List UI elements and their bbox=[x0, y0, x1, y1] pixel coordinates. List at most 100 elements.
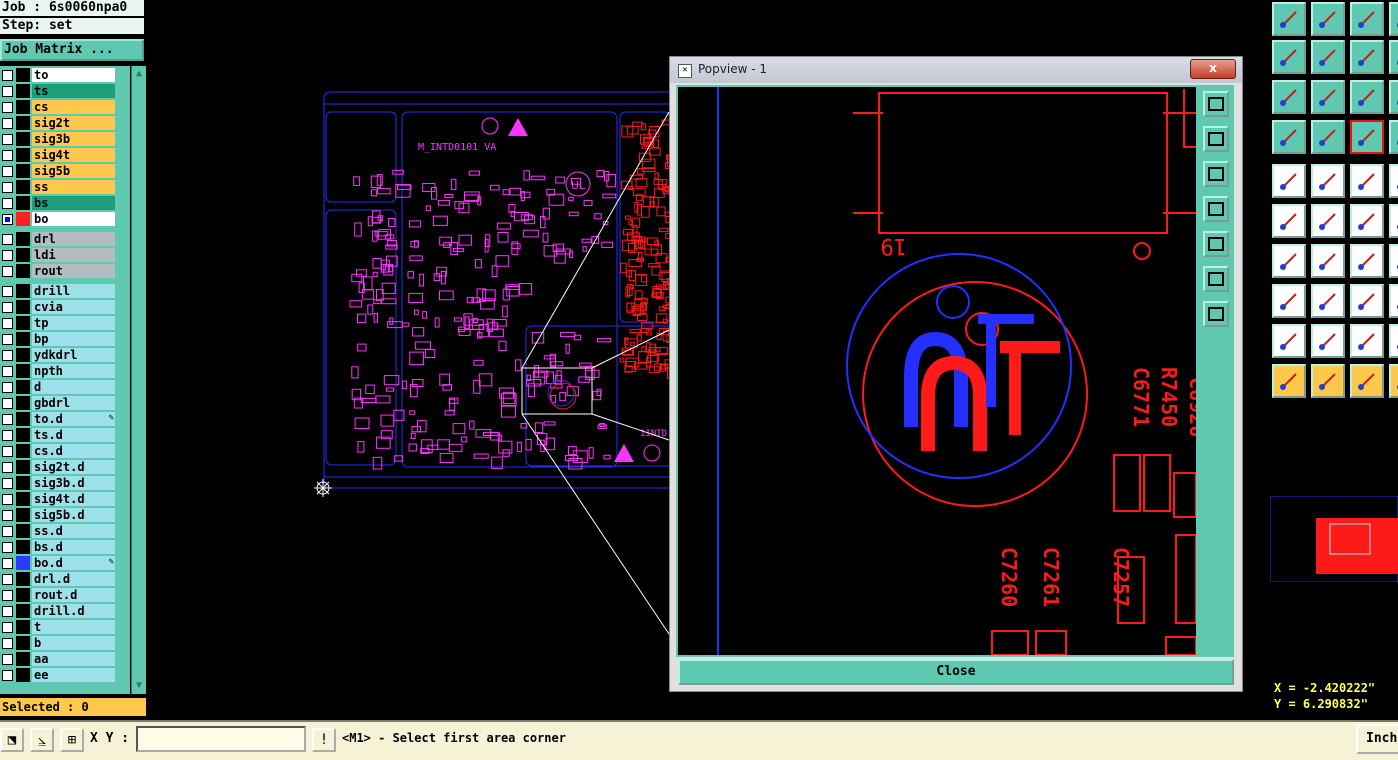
layer-checkbox[interactable] bbox=[2, 414, 13, 425]
layer-checkbox[interactable] bbox=[2, 266, 13, 277]
layer-row[interactable]: bo.d ✎ bbox=[0, 556, 118, 571]
magnify-icon[interactable] bbox=[1272, 120, 1306, 154]
layer-color-swatch[interactable] bbox=[16, 100, 30, 114]
layer-checkbox[interactable] bbox=[2, 510, 13, 521]
layer-row[interactable]: to bbox=[0, 68, 118, 83]
layer-color-swatch[interactable] bbox=[16, 572, 30, 586]
layer-color-swatch[interactable] bbox=[16, 588, 30, 602]
layer-name[interactable]: sig3b.d bbox=[32, 476, 115, 490]
layer-checkbox[interactable] bbox=[2, 182, 13, 193]
layer-name[interactable]: bp bbox=[32, 332, 115, 346]
layer-name[interactable]: sig4t.d bbox=[32, 492, 115, 506]
layer-row[interactable]: sig4t bbox=[0, 148, 118, 163]
overview-map[interactable] bbox=[1270, 496, 1398, 582]
extra-icon[interactable] bbox=[1389, 2, 1398, 36]
layer-checkbox[interactable] bbox=[2, 526, 13, 537]
layer-color-swatch[interactable] bbox=[16, 428, 30, 442]
upload-icon[interactable] bbox=[1272, 2, 1306, 36]
layer-name[interactable]: sig2t bbox=[32, 116, 115, 130]
layer-name[interactable]: bs bbox=[32, 196, 115, 210]
layer-row[interactable]: sig2t.d bbox=[0, 460, 118, 475]
layer-name[interactable]: tp bbox=[32, 316, 115, 330]
download-icon[interactable] bbox=[1311, 2, 1345, 36]
layer-checkbox[interactable] bbox=[2, 166, 13, 177]
layer-row[interactable]: ss.d bbox=[0, 524, 118, 539]
layer-name[interactable]: sig5b bbox=[32, 164, 115, 178]
layer-color-swatch[interactable] bbox=[16, 652, 30, 666]
layer-color-swatch[interactable] bbox=[16, 332, 30, 346]
cross-icon[interactable] bbox=[1311, 204, 1345, 238]
layer-color-swatch[interactable] bbox=[16, 212, 30, 226]
layer-row[interactable]: cs.d bbox=[0, 444, 118, 459]
layer-color-swatch[interactable] bbox=[16, 476, 30, 490]
layer-checkbox[interactable] bbox=[2, 622, 13, 633]
layer-row[interactable]: ydkdrl bbox=[0, 348, 118, 363]
extra-icon[interactable] bbox=[1389, 164, 1398, 198]
job-matrix-button[interactable]: Job Matrix ... bbox=[0, 39, 144, 61]
layer-color-swatch[interactable] bbox=[16, 380, 30, 394]
measure-icon[interactable] bbox=[1311, 164, 1345, 198]
popview-close-button[interactable]: Close bbox=[678, 659, 1234, 685]
layer-row[interactable]: rout bbox=[0, 264, 118, 279]
home-icon[interactable] bbox=[1350, 2, 1384, 36]
layer-row[interactable]: sig3b.d bbox=[0, 476, 118, 491]
units-button[interactable]: Inch bbox=[1356, 724, 1398, 754]
xy-input[interactable] bbox=[136, 726, 306, 752]
snap-icon[interactable] bbox=[1350, 204, 1384, 238]
layer-name[interactable]: sig5b.d bbox=[32, 508, 115, 522]
extra-icon[interactable] bbox=[1389, 324, 1398, 358]
layer-name[interactable]: gbdrl bbox=[32, 396, 115, 410]
layer-row[interactable]: bp bbox=[0, 332, 118, 347]
layer-row[interactable]: sig5b.d bbox=[0, 508, 118, 523]
layer-color-swatch[interactable] bbox=[16, 508, 30, 522]
layer-row[interactable]: ss bbox=[0, 180, 118, 195]
layer-row[interactable]: drl.d bbox=[0, 572, 118, 587]
layer-color-swatch[interactable] bbox=[16, 556, 30, 570]
arrow-area-icon[interactable] bbox=[1350, 364, 1384, 398]
layer-color-swatch[interactable] bbox=[16, 620, 30, 634]
pan-left-icon[interactable] bbox=[1272, 40, 1306, 74]
layer-name[interactable]: to.d bbox=[32, 412, 115, 426]
extra-icon[interactable] bbox=[1389, 244, 1398, 278]
layer-row[interactable]: gbdrl bbox=[0, 396, 118, 411]
layer-name[interactable]: bs.d bbox=[32, 540, 115, 554]
zoom-area-icon[interactable] bbox=[1203, 301, 1229, 327]
layer-name[interactable]: cs.d bbox=[32, 444, 115, 458]
line-icon[interactable] bbox=[1311, 244, 1345, 278]
layer-name[interactable]: sig4t bbox=[32, 148, 115, 162]
layer-name[interactable]: d bbox=[32, 380, 115, 394]
layer-checkbox[interactable] bbox=[2, 134, 13, 145]
zoom-home-icon[interactable] bbox=[1203, 266, 1229, 292]
layer-checkbox[interactable] bbox=[2, 542, 13, 553]
layer-row[interactable]: d bbox=[0, 380, 118, 395]
extra-icon[interactable] bbox=[1389, 204, 1398, 238]
node-icon[interactable] bbox=[1272, 204, 1306, 238]
layer-row[interactable]: ts.d bbox=[0, 428, 118, 443]
layer-row[interactable]: cs bbox=[0, 100, 118, 115]
layer-color-swatch[interactable] bbox=[16, 316, 30, 330]
layer-color-swatch[interactable] bbox=[16, 348, 30, 362]
layer-name[interactable]: ee bbox=[32, 668, 115, 682]
layer-checkbox[interactable] bbox=[2, 398, 13, 409]
layer-checkbox[interactable] bbox=[2, 198, 13, 209]
probe-icon[interactable] bbox=[1311, 120, 1345, 154]
scroll-up-icon[interactable]: ▲ bbox=[133, 68, 145, 80]
layer-color-swatch[interactable] bbox=[16, 132, 30, 146]
layer-row[interactable]: to.d ✎ bbox=[0, 412, 118, 427]
layer-checkbox[interactable] bbox=[2, 118, 13, 129]
layer-color-swatch[interactable] bbox=[16, 668, 30, 682]
layer-checkbox[interactable] bbox=[2, 318, 13, 329]
layer-row[interactable]: drill bbox=[0, 284, 118, 299]
layer-row[interactable]: cvia bbox=[0, 300, 118, 315]
layer-name[interactable]: to bbox=[32, 68, 115, 82]
ruler-icon[interactable] bbox=[1350, 164, 1384, 198]
layer-color-swatch[interactable] bbox=[16, 284, 30, 298]
pan-right-icon[interactable] bbox=[1203, 231, 1229, 257]
layer-name[interactable]: ts bbox=[32, 84, 115, 98]
select-point-icon[interactable] bbox=[1272, 164, 1306, 198]
layer-name[interactable]: sig2t.d bbox=[32, 460, 115, 474]
layer-checkbox[interactable] bbox=[2, 558, 13, 569]
swap-icon[interactable] bbox=[1350, 40, 1384, 74]
layer-checkbox[interactable] bbox=[2, 654, 13, 665]
layer-row[interactable]: sig4t.d bbox=[0, 492, 118, 507]
